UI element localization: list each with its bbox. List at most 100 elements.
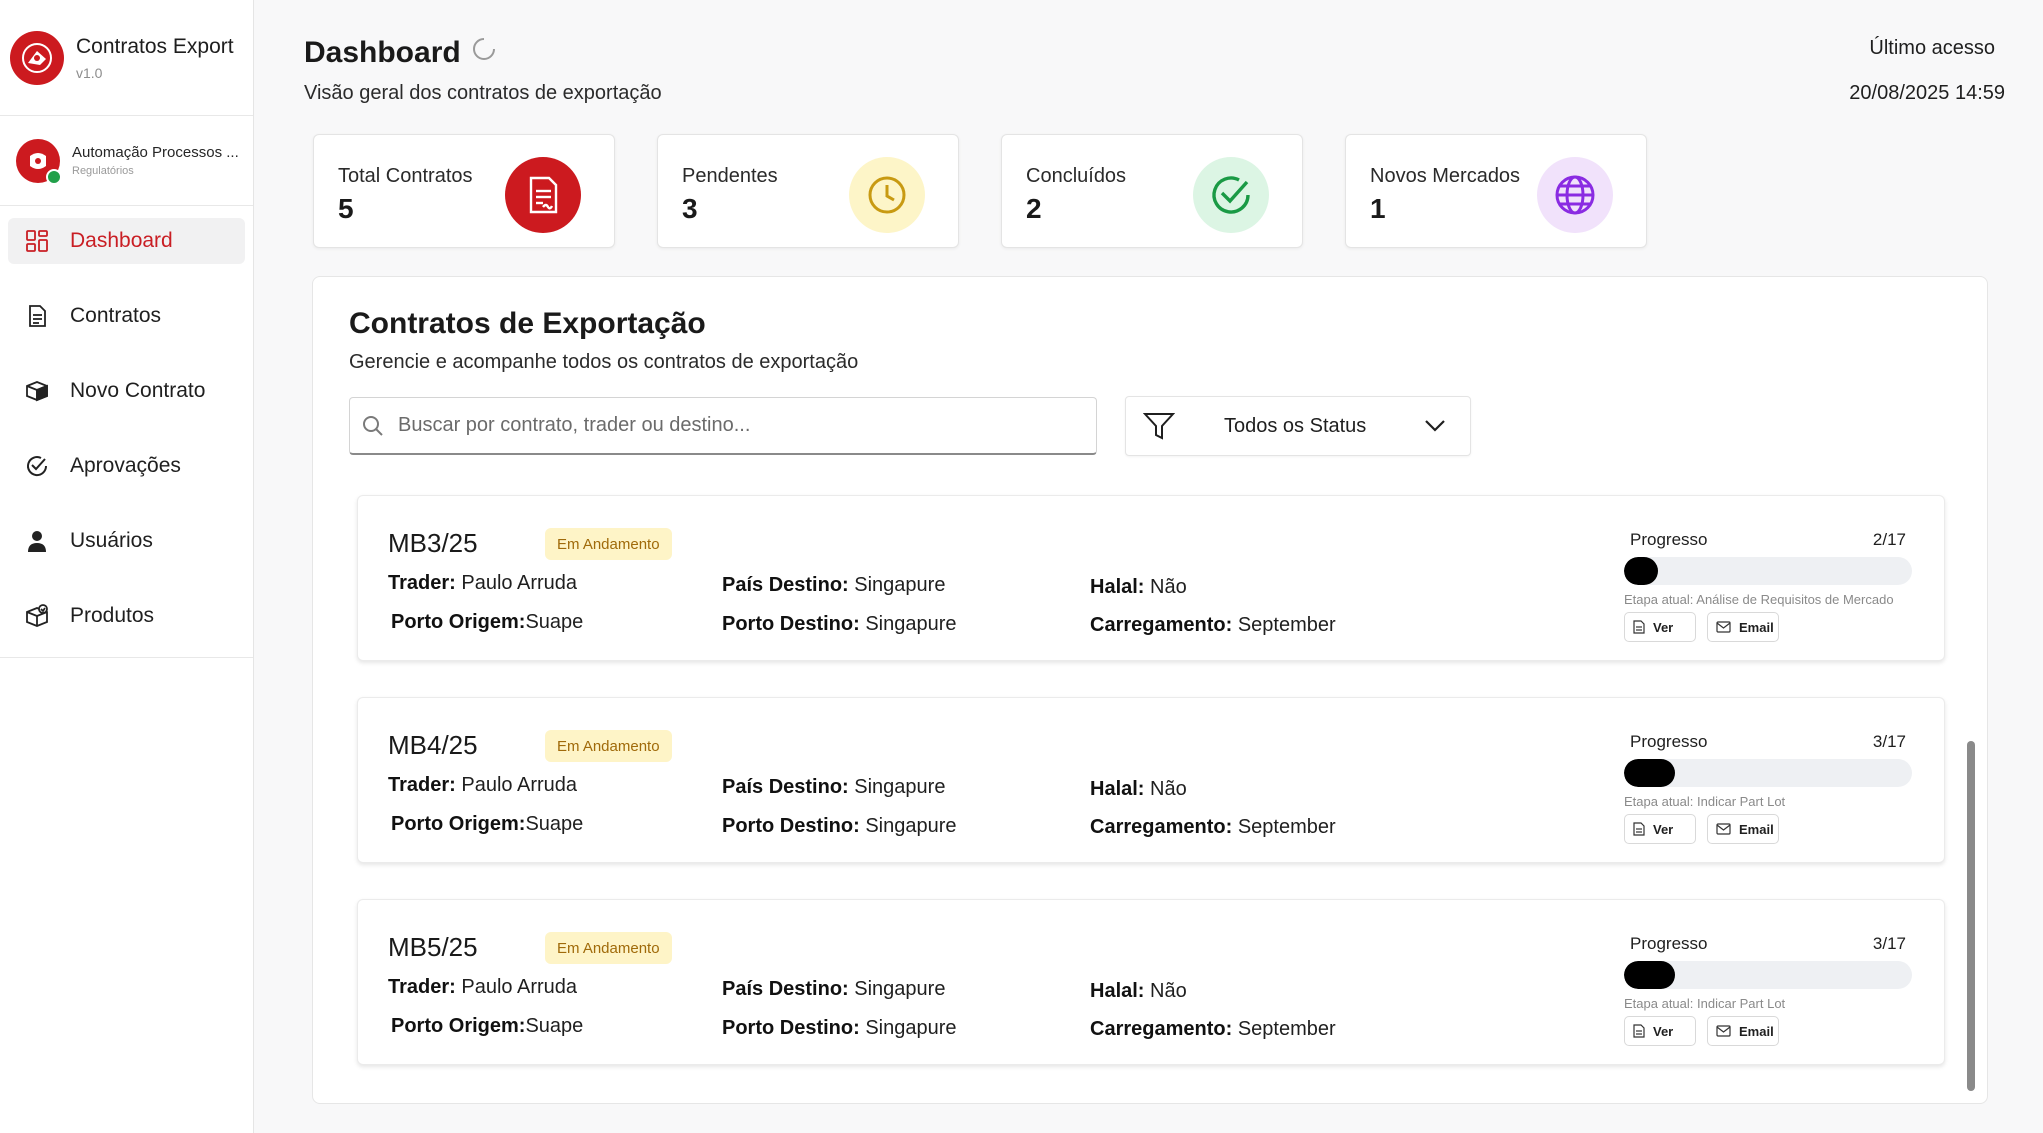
- progress-label: Progresso: [1630, 530, 1708, 549]
- field-label: Halal:: [1090, 576, 1145, 598]
- stat-label: Pendentes: [682, 165, 778, 187]
- last-access-label: Último acesso: [1869, 37, 1995, 59]
- halal-field: Halal: Não: [1090, 778, 1187, 801]
- halal-field: Halal: Não: [1090, 576, 1187, 599]
- stat-value: 3: [682, 193, 698, 224]
- trader-field: Trader: Paulo Arruda: [388, 774, 577, 797]
- user-icon: [24, 528, 50, 554]
- globe-icon: [1537, 157, 1613, 233]
- field-label: Carregamento:: [1090, 816, 1233, 838]
- carregamento-field: Carregamento: September: [1090, 614, 1336, 637]
- field-label: Trader:: [388, 774, 456, 796]
- mail-icon: [1716, 1025, 1731, 1037]
- sidebar-item-label: Aprovações: [70, 454, 181, 477]
- field-label: Trader:: [388, 976, 456, 998]
- field-label: Porto Destino:: [722, 613, 860, 635]
- sidebar-item-contratos[interactable]: Contratos: [8, 293, 245, 339]
- field-value: Singapure: [854, 978, 946, 1000]
- field-label: País Destino:: [722, 978, 849, 1000]
- email-button[interactable]: Email: [1707, 612, 1779, 642]
- button-label: Email: [1739, 619, 1774, 635]
- porto-destino-field: Porto Destino: Singapure: [722, 815, 957, 838]
- clock-icon: [849, 157, 925, 233]
- progress-bar: [1624, 759, 1912, 787]
- current-stage: Etapa atual: Indicar Part Lot: [1624, 996, 1786, 1011]
- contract-id: MB4/25: [388, 730, 478, 760]
- file-icon: [1633, 822, 1645, 836]
- last-access-value: 20/08/2025 14:59: [1849, 82, 2005, 104]
- panel-subtitle: Gerencie e acompanhe todos os contratos …: [349, 351, 859, 373]
- dashboard-grid-icon: [24, 228, 50, 254]
- current-stage: Etapa atual: Análise de Requisitos de Me…: [1624, 592, 1894, 607]
- sidebar-item-produtos[interactable]: Produtos: [8, 593, 245, 639]
- ver-button[interactable]: Ver: [1624, 1016, 1696, 1046]
- email-button[interactable]: Email: [1707, 1016, 1779, 1046]
- sidebar-item-novo-contrato[interactable]: Novo Contrato: [8, 368, 245, 414]
- pais-destino-field: País Destino: Singapure: [722, 776, 945, 799]
- email-button[interactable]: Email: [1707, 814, 1779, 844]
- field-label: Porto Destino:: [722, 1017, 860, 1039]
- org-subtitle: Regulatórios: [72, 165, 134, 177]
- ver-button[interactable]: Ver: [1624, 612, 1696, 642]
- brand-header: Contratos Export v1.0: [0, 0, 253, 116]
- search-icon: [360, 413, 386, 439]
- stat-label: Concluídos: [1026, 165, 1127, 187]
- progress-bar: [1624, 961, 1912, 989]
- progress-fill: [1624, 557, 1658, 585]
- button-label: Ver: [1653, 619, 1674, 635]
- refresh-icon[interactable]: [471, 36, 497, 70]
- field-label: Porto Origem:: [391, 611, 526, 633]
- porto-destino-field: Porto Destino: Singapure: [722, 1017, 957, 1040]
- brand-version: v1.0: [76, 64, 103, 81]
- button-label: Ver: [1653, 1023, 1674, 1039]
- field-label: Porto Destino:: [722, 815, 860, 837]
- field-value: September: [1237, 614, 1336, 636]
- contract-card[interactable]: MB3/25 Em Andamento Trader: Paulo Arruda…: [357, 495, 1945, 661]
- file-icon: [1633, 1024, 1645, 1038]
- field-label: Halal:: [1090, 778, 1145, 800]
- field-label: Porto Origem:: [391, 813, 526, 835]
- progress-bar: [1624, 557, 1912, 585]
- mail-icon: [1716, 823, 1731, 835]
- field-label: Carregamento:: [1090, 1018, 1233, 1040]
- field-value: Não: [1150, 778, 1187, 800]
- contract-card[interactable]: MB4/25 Em Andamento Trader: Paulo Arruda…: [357, 697, 1945, 863]
- field-label: País Destino:: [722, 776, 849, 798]
- package-icon: [24, 603, 50, 629]
- org-switcher[interactable]: Automação Processos ... Regulatórios: [0, 116, 253, 206]
- search-input[interactable]: [398, 414, 1078, 437]
- stat-label: Total Contratos: [338, 165, 473, 187]
- halal-field: Halal: Não: [1090, 980, 1187, 1003]
- status-filter-select[interactable]: Todos os Status: [1125, 396, 1471, 456]
- progress-count: 3/17: [1872, 934, 1906, 953]
- check-circle-icon: [1193, 157, 1269, 233]
- field-value: Paulo Arruda: [461, 976, 578, 998]
- trader-field: Trader: Paulo Arruda: [388, 572, 577, 595]
- contract-card[interactable]: MB5/25 Em Andamento Trader: Paulo Arruda…: [357, 899, 1945, 1065]
- stat-value: 2: [1026, 193, 1042, 224]
- sidebar-item-dashboard[interactable]: Dashboard: [8, 218, 245, 264]
- sidebar-item-label: Dashboard: [70, 229, 173, 252]
- ver-button[interactable]: Ver: [1624, 814, 1696, 844]
- field-value: Paulo Arruda: [461, 774, 578, 796]
- brand-title: Contratos Export: [76, 34, 234, 58]
- trader-field: Trader: Paulo Arruda: [388, 976, 577, 999]
- porto-origem-field: Porto Origem:Suape: [391, 1015, 583, 1038]
- progress-fill: [1624, 961, 1675, 989]
- sidebar-item-aprovacoes[interactable]: Aprovações: [8, 443, 245, 489]
- chevron-down-icon: [1422, 413, 1448, 439]
- field-value: September: [1237, 1018, 1336, 1040]
- field-value: Não: [1150, 980, 1187, 1002]
- sidebar-item-usuarios[interactable]: Usuários: [8, 518, 245, 564]
- document-icon: [24, 303, 50, 329]
- sidebar-item-label: Novo Contrato: [70, 379, 206, 402]
- field-label: País Destino:: [722, 574, 849, 596]
- field-value: Suape: [525, 813, 584, 835]
- scrollbar[interactable]: [1967, 741, 1975, 1091]
- field-label: Carregamento:: [1090, 614, 1233, 636]
- sidebar: Contratos Export v1.0 Automação Processo…: [0, 0, 254, 1133]
- field-value: Singapure: [854, 574, 946, 596]
- sidebar-item-label: Usuários: [70, 529, 153, 552]
- field-value: Paulo Arruda: [461, 572, 578, 594]
- status-filter-value: Todos os Status: [1224, 414, 1367, 437]
